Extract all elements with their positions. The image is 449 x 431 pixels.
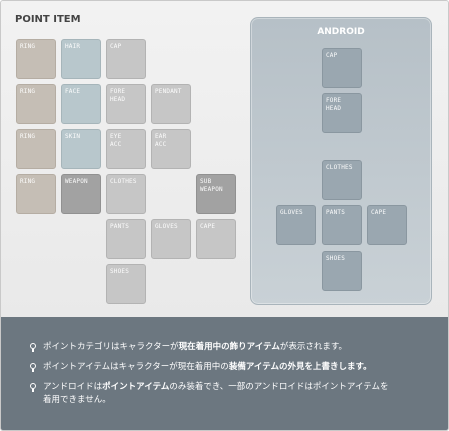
- android-panel: ANDROID CAP FORE HEAD CLOTHES GLOVES PAN…: [250, 17, 432, 305]
- slot-label: CAP: [326, 52, 338, 59]
- slot-label: CAP: [110, 43, 122, 50]
- notes-panel: ポイントカテゴリはキャラクターが現在着用中の飾りアイテムが表示されます。 ポイン…: [1, 317, 448, 430]
- slot-hair[interactable]: HAIR: [61, 39, 101, 79]
- android-slot-cap[interactable]: CAP: [322, 48, 362, 88]
- note-bold: 装備アイテムの外見を上書きします。: [228, 362, 372, 372]
- note-3-line-2: 着用できません。: [43, 395, 111, 405]
- note-text: ポイントカテゴリはキャラクターが: [43, 342, 179, 352]
- slot-sub-weapon[interactable]: SUB WEAPON: [196, 174, 236, 214]
- android-slot-cape[interactable]: CAPE: [367, 205, 407, 245]
- slot-label: SKIN: [65, 133, 81, 140]
- slot-forehead[interactable]: FORE HEAD: [106, 84, 146, 124]
- pin-icon: [30, 363, 36, 372]
- slot-label: SHOES: [326, 255, 346, 262]
- slot-label: GLOVES: [280, 209, 303, 216]
- equipment-window: POINT ITEM RING HAIR CAP RING FACE FORE …: [0, 0, 449, 431]
- slot-face[interactable]: FACE: [61, 84, 101, 124]
- slot-ring-3[interactable]: RING: [16, 129, 56, 169]
- slot-label: FACE: [65, 88, 81, 95]
- note-1: ポイントカテゴリはキャラクターが現在着用中の飾りアイテムが表示されます。: [43, 341, 347, 354]
- slot-label: EYE ACC: [110, 133, 122, 148]
- note-2: ポイントアイテムはキャラクターが現在着用中の装備アイテムの外見を上書きします。: [43, 361, 372, 374]
- android-slot-shoes[interactable]: SHOES: [322, 251, 362, 291]
- slot-label: RING: [20, 43, 36, 50]
- slot-label: EAR ACC: [155, 133, 167, 148]
- slot-label: PENDANT: [155, 88, 182, 95]
- slot-ring-1[interactable]: RING: [16, 39, 56, 79]
- slot-cape[interactable]: CAPE: [196, 219, 236, 259]
- pin-icon: [30, 383, 36, 392]
- slot-weapon[interactable]: WEAPON: [61, 174, 101, 214]
- slot-eye-acc[interactable]: EYE ACC: [106, 129, 146, 169]
- slot-ear-acc[interactable]: EAR ACC: [151, 129, 191, 169]
- slot-shoes[interactable]: SHOES: [106, 264, 146, 304]
- slot-label: PANTS: [110, 223, 130, 230]
- android-title: ANDROID: [317, 27, 365, 37]
- android-slot-forehead[interactable]: FORE HEAD: [322, 93, 362, 133]
- slot-label: SUB WEAPON: [200, 178, 223, 193]
- slot-gloves[interactable]: GLOVES: [151, 219, 191, 259]
- android-slot-pants[interactable]: PANTS: [322, 205, 362, 245]
- note-bold: ポイントアイテム: [102, 382, 170, 392]
- note-text: アンドロイドは: [43, 382, 103, 392]
- equipment-area: POINT ITEM RING HAIR CAP RING FACE FORE …: [1, 1, 448, 317]
- slot-label: PANTS: [326, 209, 346, 216]
- slot-label: RING: [20, 178, 36, 185]
- slot-label: CLOTHES: [110, 178, 137, 185]
- slot-label: FORE HEAD: [326, 97, 342, 112]
- slot-label: CLOTHES: [326, 164, 353, 171]
- slot-label: RING: [20, 133, 36, 140]
- slot-label: SHOES: [110, 268, 130, 275]
- slot-label: RING: [20, 88, 36, 95]
- slot-label: GLOVES: [155, 223, 178, 230]
- note-text: のみ装着でき、一部のアンドロイドはポイントアイテムを: [169, 382, 389, 392]
- slot-label: FORE HEAD: [110, 88, 126, 103]
- android-slot-gloves[interactable]: GLOVES: [276, 205, 316, 245]
- slot-label: WEAPON: [65, 178, 88, 185]
- slot-pants[interactable]: PANTS: [106, 219, 146, 259]
- slot-ring-2[interactable]: RING: [16, 84, 56, 124]
- slot-clothes[interactable]: CLOTHES: [106, 174, 146, 214]
- note-bold: 現在着用中の飾りアイテム: [178, 342, 280, 352]
- slot-skin[interactable]: SKIN: [61, 129, 101, 169]
- note-3: アンドロイドはポイントアイテムのみ装着でき、一部のアンドロイドはポイントアイテム…: [43, 381, 389, 394]
- slot-label: CAPE: [200, 223, 216, 230]
- slot-label: HAIR: [65, 43, 81, 50]
- point-item-title: POINT ITEM: [15, 14, 81, 25]
- slot-ring-4[interactable]: RING: [16, 174, 56, 214]
- pin-icon: [30, 343, 36, 352]
- android-slot-clothes[interactable]: CLOTHES: [322, 160, 362, 200]
- slot-label: CAPE: [371, 209, 387, 216]
- note-text: ポイントアイテムはキャラクターが現在着用中の: [43, 362, 229, 372]
- slot-cap[interactable]: CAP: [106, 39, 146, 79]
- slot-pendant[interactable]: PENDANT: [151, 84, 191, 124]
- note-text: が表示されます。: [279, 342, 347, 352]
